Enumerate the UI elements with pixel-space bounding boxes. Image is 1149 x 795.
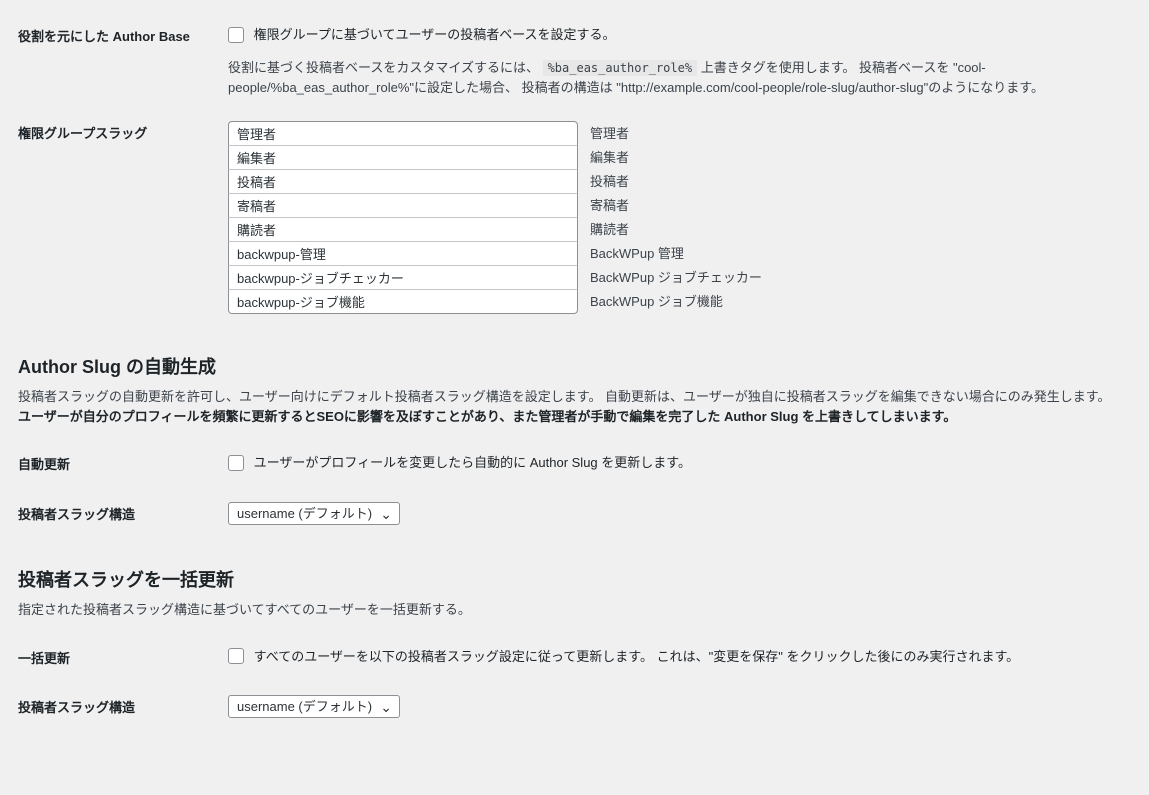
section-bulk-desc: 指定された投稿者スラッグ構造に基づいてすべてのユーザーを一括更新する。	[18, 600, 1131, 620]
slug-label: 寄稿者	[590, 196, 629, 216]
section-bulk-heading: 投稿者スラッグを一括更新	[18, 567, 1131, 594]
slug-input-backwpup-admin[interactable]	[228, 241, 578, 266]
role-slugs-list: 管理者 編集者 投稿者 寄稿者 購読者	[228, 121, 1121, 314]
auto-update-check-wrap[interactable]: ユーザーがプロフィールを変更したら自動的に Author Slug を更新します…	[228, 454, 691, 469]
author-slug-structure-select-2[interactable]: username (デフォルト)	[228, 695, 400, 718]
author-slug-structure-select[interactable]: username (デフォルト)	[228, 502, 400, 525]
role-based-author-base-check-wrap[interactable]: 権限グループに基づいてユーザーの投稿者ベースを設定する。	[228, 26, 616, 41]
role-based-author-base-desc: 役割に基づく投稿者ベースをカスタマイズするには、 %ba_eas_author_…	[228, 58, 1121, 97]
author-slug-structure-label-2: 投稿者スラッグ構造	[18, 683, 228, 733]
auto-update-checkbox[interactable]	[228, 455, 244, 471]
desc-prefix: 役割に基づく投稿者ベースをカスタマイズするには、	[228, 60, 543, 75]
slug-row: BackWPup ジョブ機能	[228, 289, 1121, 314]
auto-update-check-text: ユーザーがプロフィールを変更したら自動的に Author Slug を更新します…	[254, 455, 691, 470]
slug-row: 編集者	[228, 145, 1121, 170]
slug-input-backwpup-jobchecker[interactable]	[228, 265, 578, 290]
slug-row: BackWPup ジョブチェッカー	[228, 265, 1121, 290]
slug-label: 購読者	[590, 220, 629, 240]
slug-input-author[interactable]	[228, 169, 578, 194]
slug-row: BackWPup 管理	[228, 241, 1121, 266]
author-slug-structure-label: 投稿者スラッグ構造	[18, 490, 228, 540]
slug-input-subscriber[interactable]	[228, 217, 578, 242]
slug-input-editor[interactable]	[228, 145, 578, 170]
autogen-desc-bold: ユーザーが自分のプロフィールを頻繁に更新するとSEOに影響を及ぼすことがあり、ま…	[18, 409, 956, 424]
slug-input-administrator[interactable]	[228, 121, 578, 146]
slug-label: 編集者	[590, 148, 629, 168]
bulk-update-label: 一括更新	[18, 634, 228, 684]
slug-label: 管理者	[590, 124, 629, 144]
slug-row: 管理者	[228, 121, 1121, 146]
slug-input-backwpup-jobfunc[interactable]	[228, 289, 578, 314]
auto-update-label: 自動更新	[18, 440, 228, 490]
bulk-update-check-wrap[interactable]: すべてのユーザーを以下の投稿者スラッグ設定に従って更新します。 これは、"変更を…	[228, 648, 1019, 663]
desc-code: %ba_eas_author_role%	[543, 60, 698, 76]
role-based-author-base-check-text: 権限グループに基づいてユーザーの投稿者ベースを設定する。	[254, 27, 616, 42]
autogen-desc-plain: 投稿者スラッグの自動更新を許可し、ユーザー向けにデフォルト投稿者スラッグ構造を設…	[18, 389, 1111, 404]
slug-row: 購読者	[228, 217, 1121, 242]
role-based-author-base-checkbox[interactable]	[228, 27, 244, 43]
slug-label: BackWPup 管理	[590, 244, 684, 264]
bulk-update-checkbox[interactable]	[228, 648, 244, 664]
slug-label: 投稿者	[590, 172, 629, 192]
bulk-update-check-text: すべてのユーザーを以下の投稿者スラッグ設定に従って更新します。 これは、"変更を…	[254, 649, 1020, 664]
role-slugs-label: 権限グループスラッグ	[18, 109, 228, 326]
slug-row: 投稿者	[228, 169, 1121, 194]
slug-label: BackWPup ジョブチェッカー	[590, 268, 762, 288]
section-autogen-heading: Author Slug の自動生成	[18, 354, 1131, 381]
slug-input-contributor[interactable]	[228, 193, 578, 218]
section-autogen-desc: 投稿者スラッグの自動更新を許可し、ユーザー向けにデフォルト投稿者スラッグ構造を設…	[18, 387, 1131, 426]
slug-row: 寄稿者	[228, 193, 1121, 218]
slug-label: BackWPup ジョブ機能	[590, 292, 723, 312]
role-based-author-base-label: 役割を元にした Author Base	[18, 12, 228, 109]
